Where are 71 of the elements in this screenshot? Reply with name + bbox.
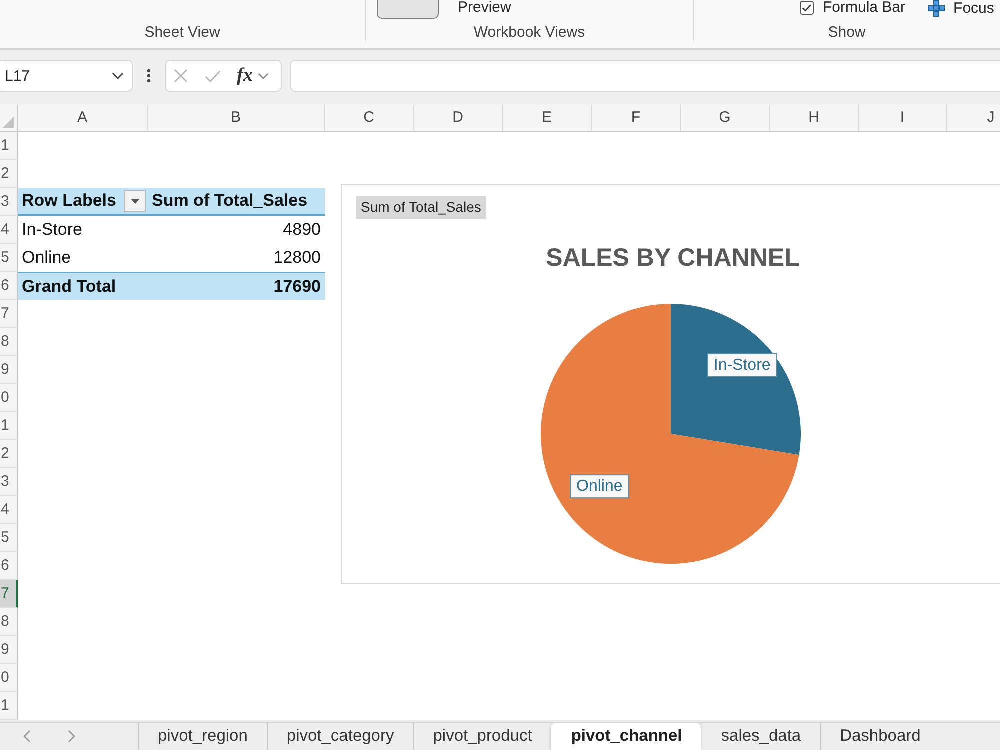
column-header[interactable]: H xyxy=(770,105,859,131)
sheet-tab[interactable]: pivot_channel xyxy=(551,723,702,750)
table-cell-text: Online xyxy=(21,248,72,268)
row-header[interactable]: 4 xyxy=(0,496,18,524)
row-header[interactable]: 0 xyxy=(0,384,18,412)
chart-title: SALES BY CHANNEL xyxy=(546,244,800,272)
sheet-tab[interactable]: pivot_region xyxy=(138,723,267,750)
row-header[interactable]: 7 xyxy=(0,580,18,608)
row-header[interactable]: 5 xyxy=(0,524,18,552)
sheet-tab[interactable]: Dashboard xyxy=(820,723,940,750)
table-cell-text: Grand Total xyxy=(21,276,118,296)
sheet-tab[interactable]: pivot_category xyxy=(266,723,414,750)
insert-function-button[interactable]: fx xyxy=(237,66,253,86)
group-label: Show xyxy=(828,24,866,41)
column-header[interactable]: F xyxy=(592,105,681,131)
column-header[interactable]: D xyxy=(414,105,503,131)
check-icon[interactable] xyxy=(205,70,221,82)
row-header[interactable]: 4 xyxy=(0,216,18,244)
chevron-right-icon[interactable] xyxy=(68,730,76,743)
group-label: Sheet View xyxy=(144,24,220,41)
name-box[interactable]: L17 xyxy=(0,60,133,92)
plus-icon xyxy=(928,0,945,17)
checkbox-icon[interactable] xyxy=(800,0,814,14)
row-header[interactable]: 8 xyxy=(0,328,18,356)
sheet-tab[interactable]: sales_data xyxy=(701,723,820,750)
field-button[interactable]: Sum of Total_Sales xyxy=(356,196,486,219)
data-label: Online xyxy=(570,474,630,499)
table-cell-text: 12800 xyxy=(272,248,322,268)
pivot-header-cell: Sum of Total_Sales xyxy=(152,191,308,210)
chevron-down-icon[interactable] xyxy=(112,72,124,80)
row-header[interactable]: 6 xyxy=(0,552,18,580)
row-header[interactable]: 7 xyxy=(0,300,18,328)
column-header[interactable]: I xyxy=(859,105,947,131)
table-cell-text: 17690 xyxy=(272,276,322,296)
row-header[interactable]: 9 xyxy=(0,356,18,384)
ribbon-button[interactable]: Focus xyxy=(928,0,994,17)
column-header[interactable]: B xyxy=(148,105,325,131)
row-header[interactable]: 2 xyxy=(0,160,18,188)
row-header[interactable]: 6 xyxy=(0,272,18,300)
column-header[interactable]: A xyxy=(18,105,148,131)
column-header[interactable]: J xyxy=(947,105,1000,131)
row-header[interactable]: 8 xyxy=(0,608,18,636)
row-header[interactable]: 1 xyxy=(0,132,18,160)
column-header[interactable]: C xyxy=(325,105,414,131)
column-header[interactable]: G xyxy=(681,105,770,131)
cross-icon[interactable] xyxy=(174,69,188,83)
row-header[interactable]: 9 xyxy=(0,636,18,664)
slice-label: In-Store xyxy=(714,356,771,374)
row-header[interactable]: 3 xyxy=(0,188,18,216)
ribbon-button[interactable]: Preview xyxy=(458,0,512,15)
table-cell-text: In-Store xyxy=(21,220,84,240)
data-label: In-Store xyxy=(707,353,778,378)
triangle-icon xyxy=(3,117,14,128)
slice-label: Online xyxy=(576,478,623,496)
row-header[interactable]: 3 xyxy=(0,468,18,496)
formula-input[interactable] xyxy=(290,60,1000,92)
row-header[interactable]: 5 xyxy=(0,244,18,272)
view-button[interactable] xyxy=(377,0,439,19)
checkbox[interactable]: Formula Bar xyxy=(800,0,906,15)
group-label: Workbook Views xyxy=(474,24,586,41)
row-header[interactable]: 0 xyxy=(0,664,18,692)
table-cell-text: 4890 xyxy=(282,220,322,240)
column-header[interactable]: E xyxy=(503,105,592,131)
row-header[interactable]: 2 xyxy=(0,440,18,468)
pivot-header-cell: Row Labels xyxy=(22,191,116,211)
caret-down-icon xyxy=(130,198,140,204)
row-header[interactable]: 1 xyxy=(0,412,18,440)
vertical-dots-icon[interactable] xyxy=(147,69,151,83)
row-header[interactable]: 1 xyxy=(0,692,18,720)
filter-button[interactable] xyxy=(124,190,146,212)
chevron-left-icon[interactable] xyxy=(23,730,31,743)
